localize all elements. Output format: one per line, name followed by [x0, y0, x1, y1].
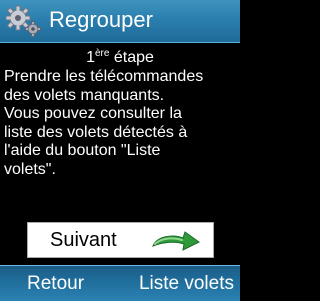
step-heading: 1ère étape	[0, 49, 240, 67]
gears-icon	[5, 5, 41, 37]
back-softkey[interactable]: Retour	[27, 273, 84, 295]
screen-title: Regrouper	[49, 7, 153, 32]
next-button[interactable]: Suivant	[27, 222, 214, 258]
shutter-list-softkey[interactable]: Liste volets	[139, 273, 234, 295]
green-arrow-icon	[152, 231, 200, 251]
instruction-text: Prendre les télécommandes des volets man…	[4, 68, 204, 178]
softkey-bar: Retour Liste volets	[0, 265, 240, 301]
instructions: 1ère étape Prendre les télécommandes des…	[0, 42, 240, 179]
step-suffix: ère	[94, 48, 110, 59]
step-label: étape	[113, 49, 154, 66]
title-bar: Regrouper	[0, 0, 240, 43]
next-button-label: Suivant	[50, 229, 117, 251]
step-number: 1	[86, 49, 95, 66]
